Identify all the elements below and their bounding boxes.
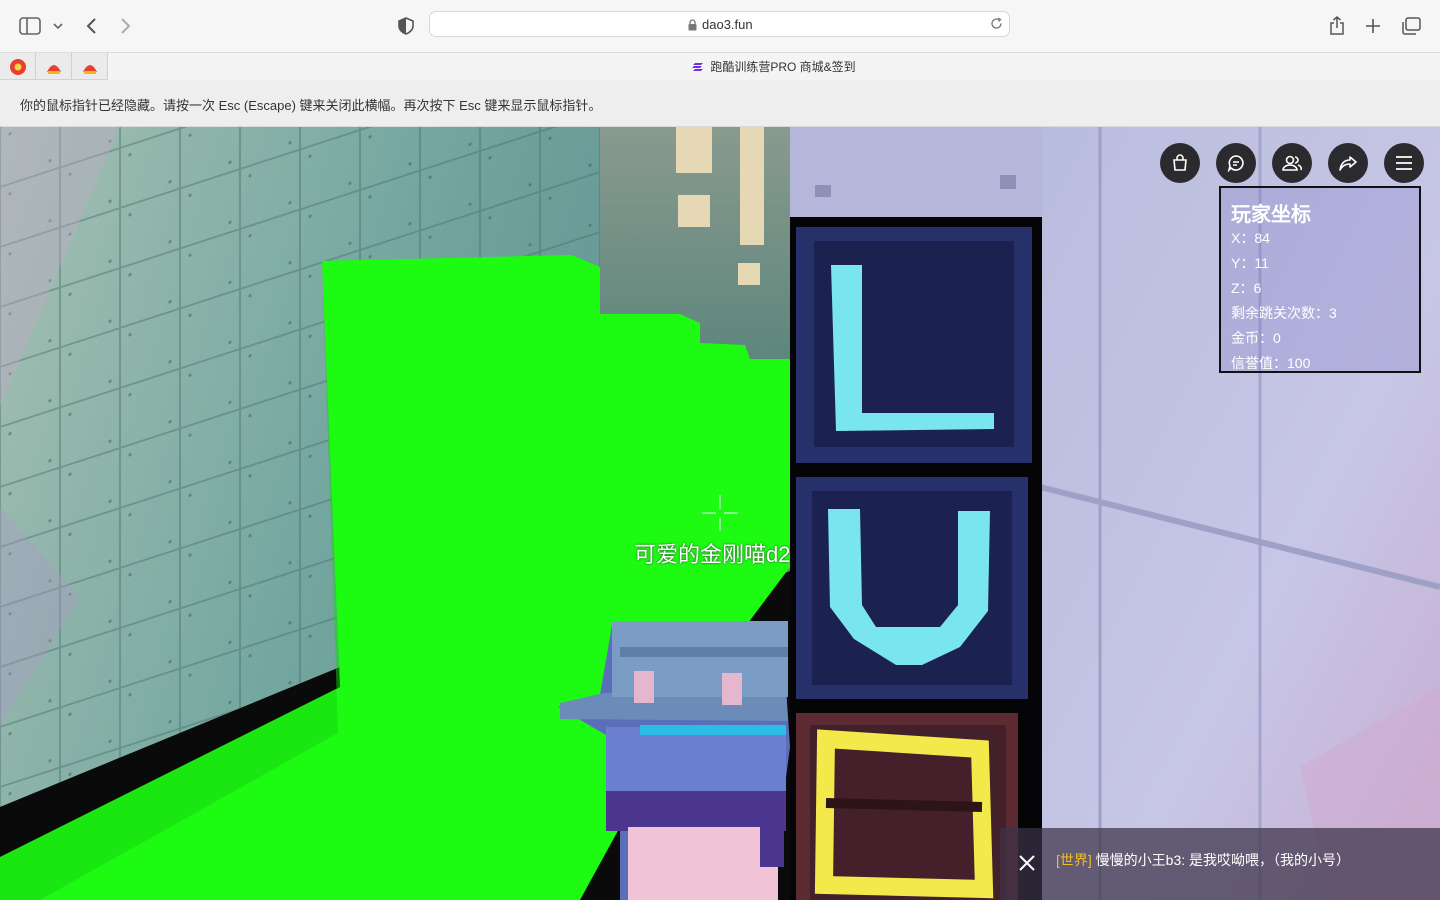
shop-button[interactable] bbox=[1160, 143, 1200, 183]
tab-overview-icon[interactable] bbox=[1397, 12, 1425, 40]
shield-icon[interactable] bbox=[392, 12, 420, 40]
pinned-tab-2[interactable] bbox=[36, 53, 72, 80]
close-icon[interactable] bbox=[1018, 854, 1036, 877]
lock-icon bbox=[688, 18, 697, 36]
chat-message-bar: [世界] 慢慢的小王b3: 是我哎呦喂，（我的小号） bbox=[1000, 828, 1440, 900]
coords-title: 玩家坐标 bbox=[1231, 204, 1311, 226]
player-name-tag: 可爱的金刚喵d2 bbox=[634, 542, 791, 567]
url-text: dao3.fun bbox=[702, 17, 753, 32]
browser-toolbar: dao3.fun bbox=[0, 0, 1440, 52]
share-icon bbox=[1339, 156, 1357, 171]
chevron-down-icon[interactable] bbox=[46, 12, 70, 40]
mascot-icon bbox=[46, 64, 61, 74]
forward-icon[interactable] bbox=[112, 12, 140, 40]
new-tab-icon[interactable] bbox=[1359, 12, 1387, 40]
tab-title: 跑酷训练营PRO 商城&签到 bbox=[710, 60, 856, 74]
coins: 金币：0 bbox=[1231, 330, 1281, 346]
pinned-tab-3[interactable] bbox=[72, 53, 108, 80]
tab-bar: 跑酷训练营PRO 商城&签到 bbox=[0, 52, 1440, 80]
shop-icon bbox=[1173, 154, 1187, 171]
chat-button[interactable] bbox=[1216, 143, 1256, 183]
mascot-icon bbox=[82, 64, 97, 74]
banner-text: 你的鼠标指针已经隐藏。请按一次 Esc (Escape) 键来关闭此横幅。再次按… bbox=[20, 98, 602, 113]
coord-x: X：84 bbox=[1231, 230, 1270, 246]
player-coords-panel: 玩家坐标 X：84 Y：11 Z：6 剩余跳关次数：3 金币：0 信誉值：100 bbox=[1219, 186, 1421, 373]
chat-icon bbox=[1227, 155, 1244, 172]
chat-text: 慢慢的小王b3: 是我哎呦喂，（我的小号） bbox=[1091, 852, 1351, 868]
crosshair-icon bbox=[702, 495, 738, 531]
friends-icon bbox=[1282, 155, 1302, 171]
chat-channel: [世界] bbox=[1056, 852, 1092, 868]
pinned-tab-1[interactable] bbox=[0, 53, 36, 80]
active-tab[interactable]: 跑酷训练营PRO 商城&签到 bbox=[108, 53, 1440, 80]
remaining-skips: 剩余跳关次数：3 bbox=[1231, 305, 1337, 321]
share-button[interactable] bbox=[1328, 143, 1368, 183]
coord-y: Y：11 bbox=[1231, 255, 1269, 271]
back-icon[interactable] bbox=[77, 12, 105, 40]
flower-icon bbox=[9, 58, 26, 75]
site-favicon-icon bbox=[692, 62, 704, 71]
menu-button[interactable] bbox=[1384, 143, 1424, 183]
sidebar-toggle-icon[interactable] bbox=[16, 12, 44, 40]
reputation: 信誉值：100 bbox=[1231, 355, 1311, 371]
pointer-hidden-banner: 你的鼠标指针已经隐藏。请按一次 Esc (Escape) 键来关闭此横幅。再次按… bbox=[0, 80, 1440, 127]
address-bar[interactable]: dao3.fun bbox=[429, 11, 1010, 37]
coord-z: Z：6 bbox=[1231, 280, 1262, 296]
share-browser-icon[interactable] bbox=[1323, 12, 1351, 40]
menu-icon bbox=[1396, 156, 1412, 170]
chat-message: [世界] 慢慢的小王b3: 是我哎呦喂，（我的小号） bbox=[1056, 850, 1350, 870]
reload-icon[interactable] bbox=[990, 17, 1003, 35]
game-viewport[interactable]: 可爱的金刚喵d2 玩家坐标 X：84 Y：11 Z：6 剩余跳关次数：3 金币：… bbox=[0, 127, 1440, 900]
friends-button[interactable] bbox=[1272, 143, 1312, 183]
